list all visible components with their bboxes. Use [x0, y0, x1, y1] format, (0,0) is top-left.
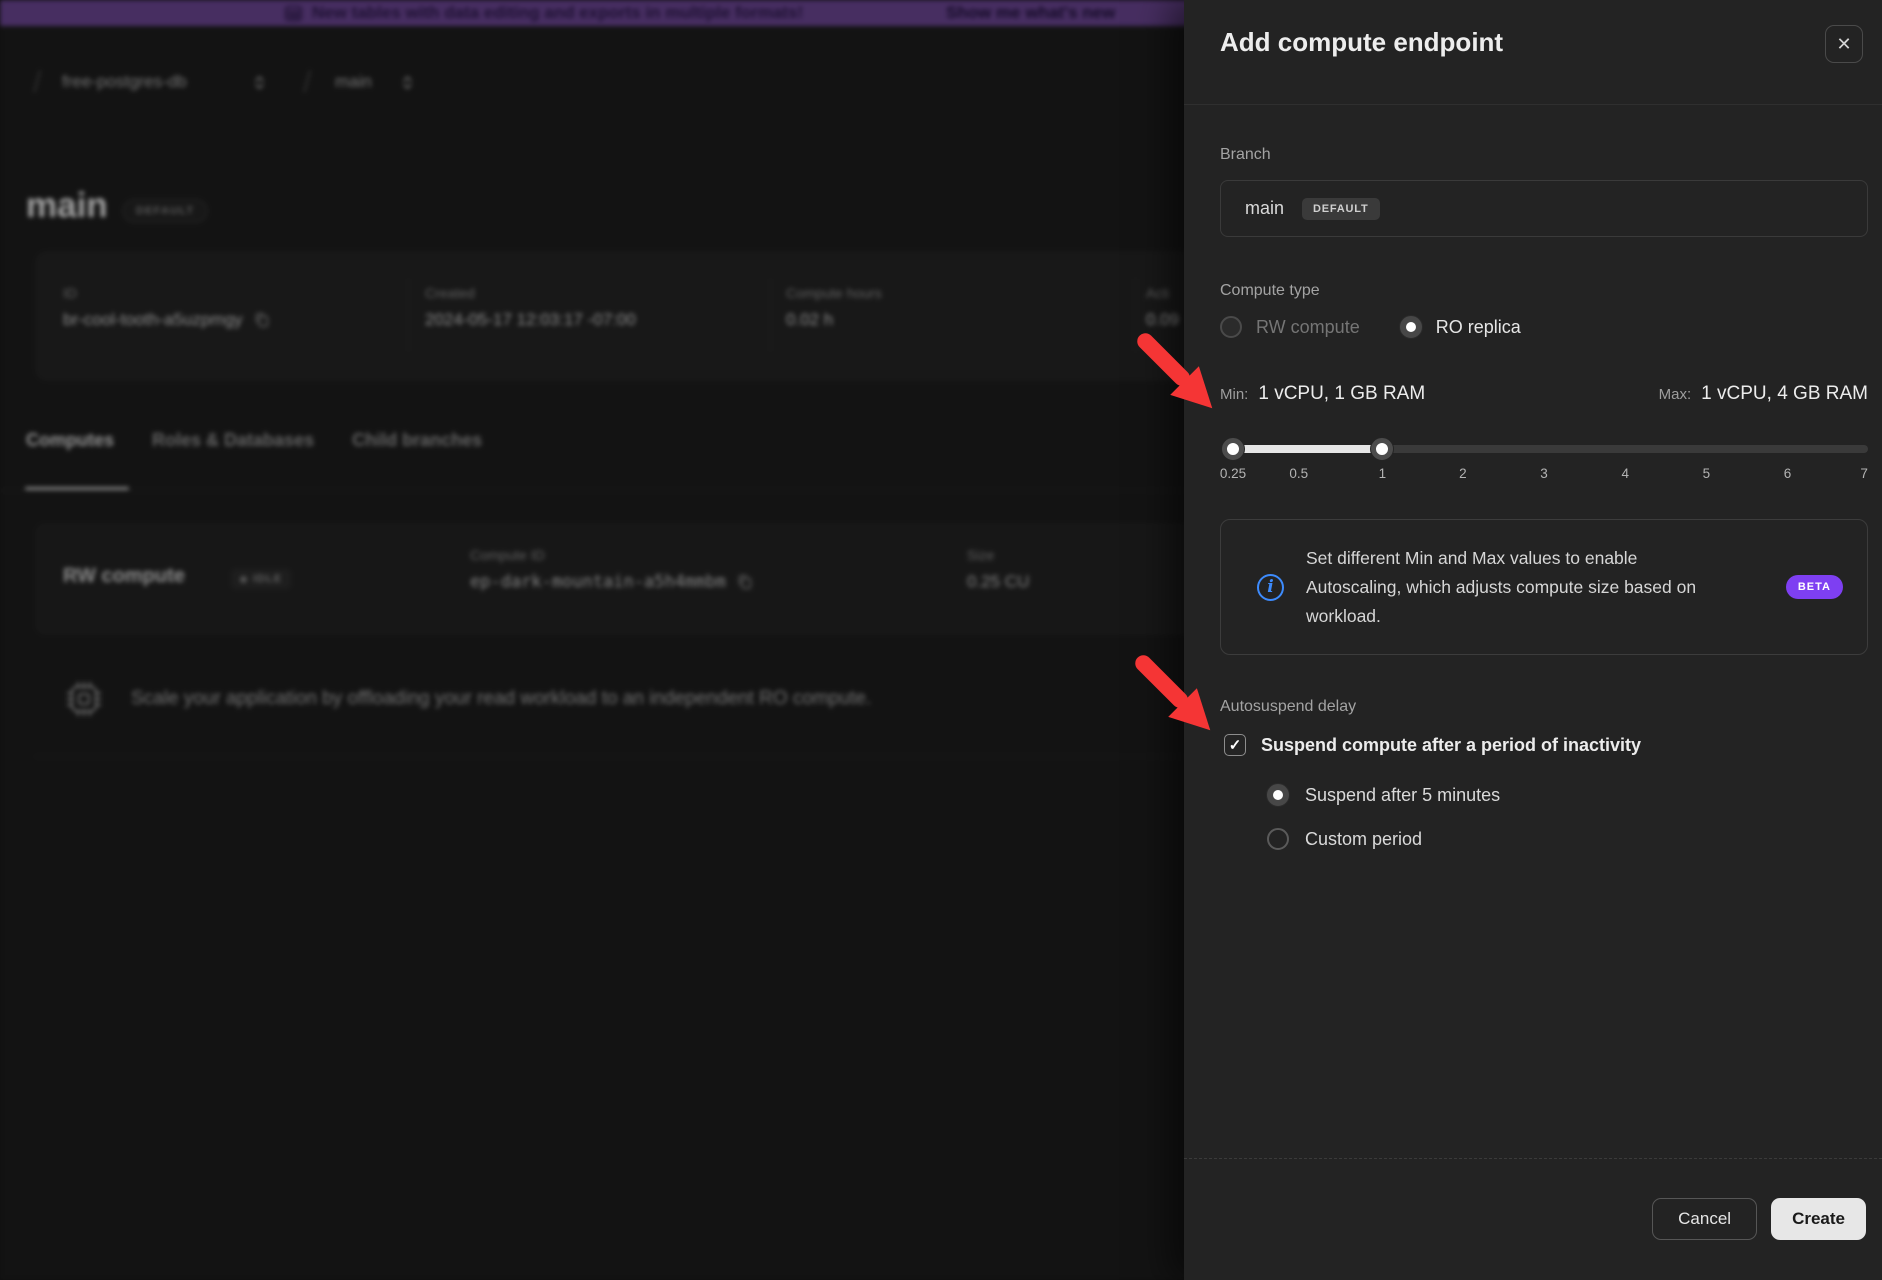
slider-handle-min[interactable]	[1222, 438, 1244, 460]
suspend-checkbox-label: Suspend compute after a period of inacti…	[1261, 735, 1641, 756]
radio-icon[interactable]	[1267, 828, 1289, 850]
radio-ro-replica[interactable]: RO replica	[1400, 316, 1521, 338]
tick-label: 3	[1540, 466, 1548, 481]
annotation-arrow-min-size	[1132, 328, 1218, 414]
size-minmax-row: Min: 1 vCPU, 1 GB RAM Max: 1 vCPU, 4 GB …	[1220, 383, 1868, 405]
branch-name: main	[1245, 198, 1284, 219]
radio-icon[interactable]	[1220, 316, 1242, 338]
tick-label: 0.5	[1289, 466, 1308, 481]
max-label: Max:	[1659, 386, 1692, 403]
autosuspend-label: Autosuspend delay	[1220, 698, 1356, 716]
tick-label: 0.25	[1220, 466, 1246, 481]
autoscaling-note: Set different Min and Max values to enab…	[1306, 544, 1698, 631]
max-value: 1 vCPU, 4 GB RAM	[1701, 383, 1868, 405]
cancel-button[interactable]: Cancel	[1652, 1198, 1757, 1240]
min-label: Min:	[1220, 386, 1248, 403]
close-button[interactable]: ✕	[1825, 25, 1863, 63]
suspend-checkbox-row[interactable]: ✓ Suspend compute after a period of inac…	[1224, 734, 1641, 756]
radio-rw-compute[interactable]: RW compute	[1220, 316, 1360, 338]
app-window: New tables with data editing and exports…	[0, 0, 1882, 1280]
compute-type-label: Compute type	[1220, 282, 1320, 300]
tick-label: 5	[1703, 466, 1711, 481]
radio-icon[interactable]	[1400, 316, 1422, 338]
create-button[interactable]: Create	[1771, 1198, 1866, 1240]
drawer-title: Add compute endpoint	[1220, 27, 1503, 58]
min-size: Min: 1 vCPU, 1 GB RAM	[1220, 383, 1425, 405]
slider-fill	[1233, 445, 1382, 453]
branch-label: Branch	[1220, 146, 1271, 164]
compute-type-options: RW compute RO replica	[1220, 316, 1521, 338]
tick-label: 4	[1621, 466, 1629, 481]
beta-badge: BETA	[1786, 575, 1843, 599]
drawer-header-divider	[1184, 104, 1882, 105]
radio-suspend-5-minutes[interactable]: Suspend after 5 minutes	[1267, 784, 1500, 806]
tick-label: 7	[1860, 466, 1868, 481]
default-badge: DEFAULT	[1302, 198, 1380, 220]
info-icon: i	[1257, 574, 1284, 601]
close-icon: ✕	[1836, 34, 1851, 55]
autoscaling-info-box: i Set different Min and Max values to en…	[1220, 519, 1868, 655]
drawer-footer: Cancel Create	[1652, 1198, 1866, 1240]
branch-display-box: main DEFAULT	[1220, 180, 1868, 237]
radio-custom-period[interactable]: Custom period	[1267, 828, 1422, 850]
max-size: Max: 1 vCPU, 4 GB RAM	[1659, 383, 1868, 405]
tick-label: 1	[1379, 466, 1387, 481]
radio-icon[interactable]	[1267, 784, 1289, 806]
tick-label: 2	[1459, 466, 1467, 481]
compute-size-slider[interactable]	[1224, 437, 1868, 461]
checkbox-checked-icon[interactable]: ✓	[1224, 734, 1246, 756]
drawer-footer-divider	[1184, 1158, 1882, 1159]
min-value: 1 vCPU, 1 GB RAM	[1258, 383, 1425, 405]
add-compute-endpoint-drawer: Add compute endpoint ✕ Branch main DEFAU…	[1184, 0, 1882, 1280]
tick-label: 6	[1784, 466, 1792, 481]
slider-tick-labels: 0.25 0.5 1 2 3 4 5 6 7	[1224, 466, 1868, 486]
annotation-arrow-autosuspend	[1130, 650, 1216, 736]
slider-handle-max[interactable]	[1371, 438, 1393, 460]
